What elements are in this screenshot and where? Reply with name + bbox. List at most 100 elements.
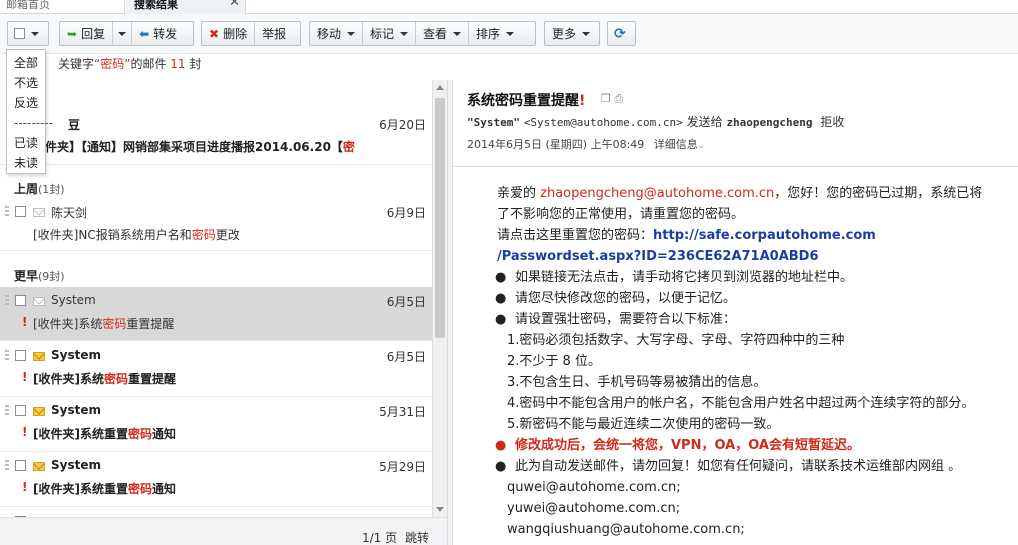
checkbox-icon[interactable] — [14, 28, 25, 39]
close-icon[interactable]: ✕ — [229, 0, 240, 9]
message-body: 亲爱的 zhaopengcheng@autohome.com.cn，您好！您的密… — [495, 183, 1018, 540]
mail-sender: 陈天剑 — [51, 206, 88, 220]
mail-checkbox[interactable] — [15, 405, 26, 416]
mail-checkbox[interactable] — [15, 206, 26, 217]
list-item-selected[interactable]: System 6月5日 ! [收件夹]系统密码重置提醒 — [0, 287, 432, 341]
more-label: 更多 — [552, 27, 577, 41]
tab-bar: 邮箱首页 搜索结果 ✕ — [0, 0, 1018, 14]
mail-subject: [收件夹]系统密码重置提醒 — [33, 372, 177, 386]
chevron-down-icon — [118, 31, 127, 36]
important-icon: ! — [22, 370, 28, 384]
important-icon: ! — [22, 480, 28, 494]
search-suffix: 的邮件 — [130, 57, 167, 71]
envelope-read-icon — [33, 297, 45, 306]
menu-item-read[interactable]: 已读 — [14, 134, 45, 154]
search-summary: 关键字“密码”的邮件 11 封 — [0, 55, 452, 76]
page-indicator: 1/1 页 — [362, 531, 398, 545]
mail-sender: System — [51, 293, 96, 307]
mail-sender: System — [51, 403, 101, 417]
move-button[interactable]: 移动 — [310, 22, 364, 45]
reject-link[interactable]: 拒收 — [820, 115, 844, 129]
delete-x-icon: ✖ — [209, 26, 220, 41]
list-item[interactable] — [0, 508, 432, 517]
from-name[interactable]: "System" — [467, 116, 520, 129]
popout-print-icons[interactable]: ❐ ⎙ — [601, 92, 623, 106]
list-item[interactable]: System 5月31日 ! [收件夹]系统重置密码通知 — [0, 397, 432, 452]
message-date: 2014年6月5日 (星期四) 上午08:49 详细信息⌄ — [467, 138, 706, 151]
rule-item: 3.不包含生日、手机号码等易被猜出的信息。 — [507, 375, 767, 390]
recipient-email[interactable]: zhaopengcheng@autohome.com.cn — [540, 186, 774, 201]
sort-button[interactable]: 排序 — [469, 22, 521, 45]
view-button[interactable]: 查看 — [416, 22, 470, 45]
mail-checkbox[interactable] — [15, 295, 26, 306]
scroll-up-icon[interactable] — [436, 85, 444, 90]
drag-handle-icon[interactable] — [5, 295, 9, 307]
mail-subject: 件夹】【通知】网销部集采项目进度播报2014.06.20【密 — [45, 140, 355, 154]
mail-date: 6月5日 — [386, 350, 426, 364]
more-button[interactable]: 更多 — [544, 21, 600, 46]
sort-label: 排序 — [476, 27, 501, 41]
report-button[interactable]: 举报 — [255, 22, 293, 45]
section-earlier: 更早(9封) — [14, 269, 65, 283]
section-last-week: 上周(1封) — [14, 182, 65, 196]
envelope-unread-icon — [33, 352, 45, 361]
menu-item-select-none[interactable]: 不选 — [14, 74, 45, 94]
body-line: 请点击这里重置您的密码：http://safe.corpautohome.com — [497, 228, 876, 243]
reply-options-button[interactable] — [113, 22, 133, 45]
list-item[interactable]: 陈天剑 6月9日 [收件夹]NC报销系统用户名和密码更改 — [0, 198, 432, 251]
mail-date: 5月31日 — [379, 405, 426, 419]
refresh-button[interactable]: ⟳ — [607, 21, 636, 46]
reset-link[interactable]: http://safe.corpautohome.com — [653, 228, 876, 243]
jump-link[interactable]: 跳转 — [405, 529, 429, 545]
move-label: 移动 — [317, 27, 342, 41]
mark-button[interactable]: 标记 — [363, 22, 417, 45]
contact-email[interactable]: wangqiushuang@autohome.com.cn; — [497, 519, 1018, 540]
refresh-icon: ⟳ — [614, 25, 626, 42]
contact-email[interactable]: quwei@autohome.com.cn; — [497, 477, 1018, 498]
pagination: 1/1 页 跳转 — [0, 517, 447, 545]
delete-report-group: ✖ 删除 举报 — [201, 21, 301, 46]
select-checkbox-dropdown[interactable] — [7, 21, 49, 46]
mail-date: 5月29日 — [379, 460, 426, 474]
envelope-read-icon — [33, 208, 45, 217]
list-item[interactable]: System 5月29日 ! [收件夹]系统重置密码通知 — [0, 452, 432, 507]
delete-button[interactable]: ✖ 删除 — [202, 22, 256, 45]
reply-forward-group: ➥ 回复 ⬅ 转发 — [59, 21, 194, 46]
body-line: 亲爱的 zhaopengcheng@autohome.com.cn，您好！您的密… — [497, 186, 983, 201]
mail-date: 6月20日 — [379, 118, 426, 132]
drag-handle-icon[interactable] — [5, 460, 9, 472]
forward-button[interactable]: ⬅ 转发 — [132, 22, 184, 45]
rule-item: 1.密码必须包括数字、大写字母、字母、字符四种中的三种 — [507, 333, 845, 348]
move-mark-view-sort-group: 移动 标记 查看 排序 — [309, 21, 536, 46]
menu-item-select-all[interactable]: 全部 — [14, 54, 45, 74]
mail-list-scrollbar[interactable] — [432, 80, 447, 517]
drag-handle-icon[interactable] — [5, 405, 9, 417]
reply-button[interactable]: ➥ 回复 — [60, 22, 114, 45]
mail-date: 6月9日 — [386, 206, 426, 220]
mail-checkbox[interactable] — [15, 350, 26, 361]
bullet-item: ● 请设置强壮密码，需要符合以下标准： — [495, 312, 737, 327]
list-item[interactable]: 豆 6月20日 件夹】【通知】网销部集采项目进度播报2014.06.20【密 — [0, 110, 432, 165]
search-unit: 封 — [189, 57, 202, 71]
drag-handle-icon[interactable] — [5, 350, 9, 362]
tab-search-results[interactable]: 搜索结果 ✕ — [126, 0, 246, 14]
envelope-unread-icon — [33, 462, 45, 471]
menu-item-invert[interactable]: 反选 — [14, 94, 45, 114]
contact-email[interactable]: yuwei@autohome.com.cn; — [497, 498, 1018, 519]
message-header: 系统密码重置提醒! ❐ ⎙ "System" <System@autohome.… — [453, 80, 1018, 167]
drag-handle-icon[interactable] — [5, 206, 9, 218]
details-link[interactable]: 详细信息 — [654, 138, 698, 151]
scroll-down-icon[interactable] — [436, 507, 444, 512]
mail-checkbox[interactable] — [15, 460, 26, 471]
scrollbar-thumb[interactable] — [435, 98, 445, 338]
menu-item-unread[interactable]: 未读 — [14, 154, 45, 174]
to-name[interactable]: zhaopengcheng — [726, 116, 812, 129]
mail-date: 6月5日 — [386, 295, 426, 309]
message-title: 系统密码重置提醒! — [467, 93, 586, 109]
list-item[interactable]: System 6月5日 ! [收件夹]系统密码重置提醒 — [0, 342, 432, 397]
reply-arrow-icon: ➥ — [67, 26, 78, 41]
reset-link-continued[interactable]: /Passwordset.aspx?ID=236CE62A71A0ABD6 — [497, 249, 819, 264]
tab-inbox[interactable]: 邮箱首页 — [0, 0, 125, 14]
search-count: 11 — [170, 57, 186, 71]
chevron-down-icon — [506, 31, 515, 36]
